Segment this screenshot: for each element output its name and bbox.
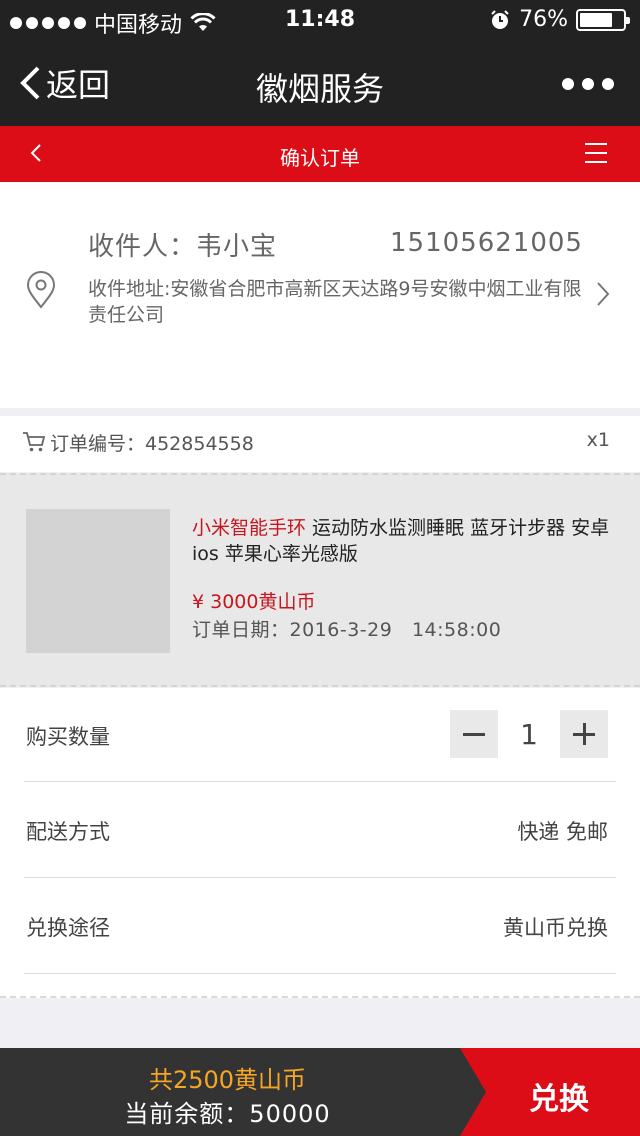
order-date: 订单日期：2016-3-29 14:58:00 bbox=[192, 619, 502, 641]
cart-icon bbox=[23, 432, 46, 452]
recipient-phone: 15105621005 bbox=[390, 228, 583, 258]
sub-header-title: 确认订单 bbox=[280, 146, 360, 170]
page-title: 徽烟服务 bbox=[255, 70, 384, 108]
nav-bar: 返回 徽烟服务 bbox=[0, 40, 640, 126]
quantity-value[interactable]: 1 bbox=[498, 718, 560, 751]
order-header: 订单编号：452854558 x1 bbox=[0, 416, 640, 472]
exchange-row: 兑换途径 黄山币兑换 bbox=[24, 878, 616, 974]
product-price: ¥ 3000黄山币 bbox=[192, 591, 316, 613]
menu-icon[interactable] bbox=[585, 143, 607, 163]
battery-percent: 76% bbox=[519, 7, 568, 32]
product-name: 小米智能手环 运动防水监测睡眠 蓝牙计步器 安卓 ios 苹果心率光感版 bbox=[192, 515, 612, 567]
exchange-label: 兑换途径 bbox=[26, 916, 110, 940]
order-quantity: x1 bbox=[586, 429, 610, 451]
recipient-name: 收件人：韦小宝 bbox=[88, 232, 278, 262]
total-coins: 共2500黄山币 bbox=[148, 1066, 307, 1094]
shipping-label: 配送方式 bbox=[26, 820, 110, 844]
order-number: 订单编号：452854558 bbox=[50, 433, 254, 455]
increase-button[interactable] bbox=[560, 710, 608, 758]
order-details: 购买数量 1 配送方式 快递 免邮 兑换途径 黄山币兑换 bbox=[0, 688, 640, 998]
product-name-highlight: 小米智能手环 bbox=[192, 517, 307, 539]
decrease-button[interactable] bbox=[450, 710, 498, 758]
product-item[interactable]: 小米智能手环 运动防水监测睡眠 蓝牙计步器 安卓 ios 苹果心率光感版 ¥ 3… bbox=[0, 473, 640, 687]
shipping-address: 收件地址:安徽省合肥市高新区天达路9号安徽中烟工业有限责任公司 bbox=[88, 278, 582, 326]
sub-header: 确认订单 bbox=[0, 126, 640, 182]
exchange-value: 黄山币兑换 bbox=[503, 916, 608, 940]
alarm-icon bbox=[491, 9, 509, 29]
current-balance: 当前余额：50000 bbox=[124, 1100, 331, 1128]
location-pin-icon bbox=[26, 271, 56, 309]
quantity-row: 购买数量 1 bbox=[24, 688, 616, 782]
redeem-button[interactable]: 兑换 bbox=[460, 1048, 640, 1136]
status-bar: 中国移动 11:48 76% bbox=[0, 0, 640, 40]
shipping-row: 配送方式 快递 免邮 bbox=[24, 782, 616, 878]
checkout-bar: 共2500黄山币 当前余额：50000 兑换 bbox=[0, 1048, 640, 1136]
address-card[interactable]: 收件人：韦小宝 15105621005 收件地址:安徽省合肥市高新区天达路9号安… bbox=[0, 182, 640, 581]
shipping-value: 快递 免邮 bbox=[517, 820, 608, 844]
redeem-label: 兑换 bbox=[529, 1082, 589, 1117]
product-image bbox=[26, 509, 170, 653]
battery-icon bbox=[576, 8, 630, 31]
quantity-stepper: 1 bbox=[450, 710, 608, 758]
chevron-right-icon bbox=[597, 282, 610, 306]
quantity-label: 购买数量 bbox=[26, 725, 110, 749]
more-button[interactable] bbox=[562, 78, 614, 90]
